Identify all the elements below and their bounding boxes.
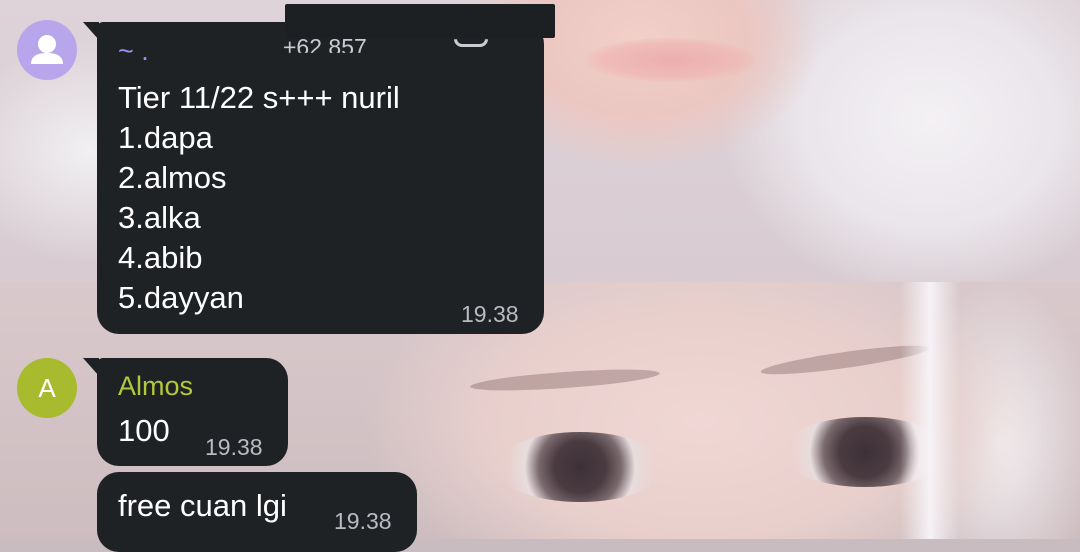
message-text-line: Tier 11/22 s+++ nuril (118, 80, 400, 115)
sender-name[interactable]: Almos (118, 371, 193, 402)
message-timestamp: 19.38 (205, 434, 263, 460)
message-text-line: 4.abib (118, 240, 203, 275)
message-text-line: 3.alka (118, 200, 201, 235)
message-text-line: 2.almos (118, 160, 227, 195)
wallpaper-lips (585, 38, 755, 82)
sender-avatar[interactable]: A (17, 358, 77, 418)
message-text-line: 1.dapa (118, 120, 213, 155)
default-user-icon (31, 35, 63, 64)
message-bubble[interactable]: Almos 100 19.38 (83, 358, 288, 466)
message-bubble[interactable]: free cuan lgi 19.38 (97, 472, 417, 552)
message-text-line: 5.dayyan (118, 280, 244, 315)
message-text-line: free cuan lgi (118, 488, 287, 523)
wallpaper-hijab (900, 282, 960, 539)
wallpaper-eye (495, 432, 665, 502)
message-timestamp: 19.38 (461, 301, 519, 327)
message-text-line: 100 (118, 413, 170, 448)
bubble-tail (83, 22, 99, 40)
sender-phone: +62 857 (283, 34, 367, 60)
wallpaper-brow (469, 365, 661, 395)
redaction-bar (285, 4, 555, 38)
message-timestamp: 19.38 (334, 508, 392, 534)
sender-avatar[interactable] (17, 20, 77, 80)
sender-name[interactable]: ~ . (118, 36, 149, 67)
bubble-tail (83, 358, 99, 376)
message-bubble[interactable]: ~ . +62 857 Tier 11/22 s+++ nuril 1.dapa… (83, 22, 544, 334)
avatar-initial: A (38, 372, 56, 403)
